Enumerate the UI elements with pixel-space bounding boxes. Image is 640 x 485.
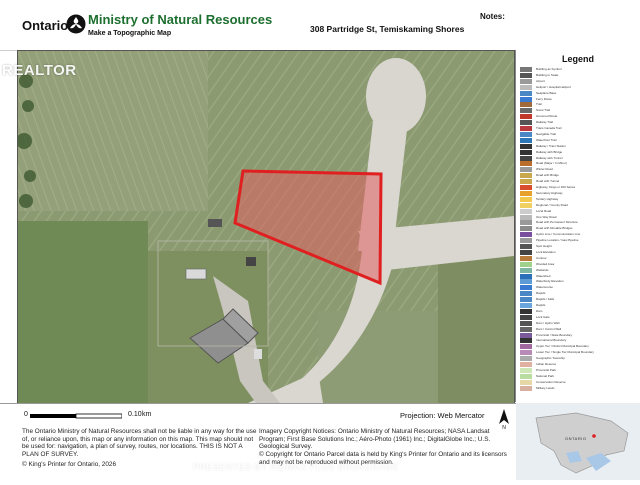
brokerage-watermark: PRESENTED BY RE/MAX PLUS BROKERAGE (193, 462, 399, 472)
property-address: 308 Partridge St, Temiskaming Shores (310, 24, 465, 34)
grass-area (18, 221, 148, 403)
kings-printer-copyright: © King's Printer for Ontario, 2026 (22, 461, 117, 468)
ministry-title: Ministry of Natural Resources (88, 12, 273, 27)
scale-value-label: 0.10 (128, 411, 142, 418)
inset-map-label: ONTARIO (565, 436, 587, 441)
aerial-map[interactable] (17, 50, 515, 404)
north-arrow-icon: N (497, 407, 511, 431)
shed-building (246, 257, 256, 266)
scale-zero-label: 0 (24, 411, 28, 418)
ontario-inset-map (516, 403, 640, 480)
legend-item: Military Lands (520, 385, 636, 392)
map-subtitle: Make a Topographic Map (88, 30, 172, 37)
trillium-icon (66, 14, 86, 34)
imagery-notice: Imagery Copyright Notices: Ontario Minis… (259, 428, 491, 451)
legend-item-label: Military Lands (536, 385, 555, 390)
ontario-wordmark: Ontario (22, 18, 69, 33)
field-area (438, 241, 514, 403)
projection-label: Projection: Web Mercator (400, 411, 485, 420)
scale-unit-label: km (142, 411, 152, 418)
vehicle (254, 349, 262, 359)
legend-swatch (520, 385, 532, 391)
legend-panel: Legend Building as Symbol Building to Sca… (515, 50, 640, 402)
notes-label: Notes: (480, 12, 505, 21)
realtor-watermark: REALTOR (2, 62, 77, 79)
liability-disclaimer: The Ontario Ministry of Natural Resource… (22, 428, 257, 458)
shed-building (185, 268, 207, 280)
legend-title: Legend (561, 54, 594, 64)
scale-bar (30, 409, 123, 419)
small-structure (208, 219, 222, 227)
